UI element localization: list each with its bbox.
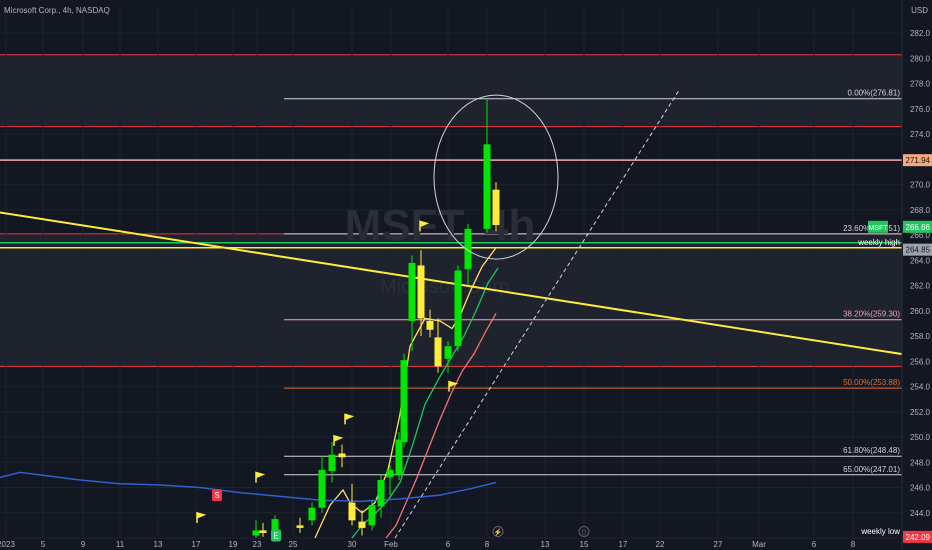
watermark-symbol: MSFT, 4h [345,201,536,250]
candle-bearish[interactable] [358,521,366,528]
time-tick-label: 30 [348,540,357,549]
price-chart[interactable]: 0.00%(276.81)23.60%(266.51)38.20%(259.30… [0,0,932,550]
price-tick-label: 244.0 [910,509,931,518]
currency-label: USD [911,6,928,15]
candle-bearish[interactable] [338,453,346,458]
price-tick-label: 280.0 [910,54,931,63]
candle-bullish[interactable] [368,505,376,526]
fib-level-label: 61.80%(248.48) [843,446,900,455]
candle-bullish[interactable] [483,144,491,229]
price-tick-label: 276.0 [910,105,931,114]
event-marker-label: S [214,491,219,500]
event-marker-label: E [273,531,278,540]
candle-bearish[interactable] [417,265,425,319]
weekly-low-label: weekly low [860,527,900,536]
price-tick-label: 254.0 [910,383,931,392]
time-tick-label: Feb [384,540,398,549]
candle-bearish[interactable] [492,189,500,226]
price-tick-label: 258.0 [910,332,931,341]
time-tick-label: 22 [656,540,665,549]
time-tick-label: 9 [81,540,86,549]
time-tick-label: 17 [192,540,201,549]
event-icon-label: D [581,529,586,536]
time-tick-label: 17 [619,540,628,549]
time-tick-label: 13 [541,540,550,549]
price-label-text: 264.85 [906,246,931,255]
candle-bearish[interactable] [348,502,356,521]
time-tick-label: 11 [116,540,125,549]
candle-bullish[interactable] [318,469,326,508]
price-tick-label: 274.0 [910,130,931,139]
candle-bullish[interactable] [252,530,260,536]
time-tick-label: 25 [289,540,298,549]
price-tick-label: 264.0 [910,256,931,265]
price-tick-label: 250.0 [910,433,931,442]
candle-bullish[interactable] [308,507,316,521]
fib-level-label: 50.00%(253.88) [843,378,900,387]
time-tick-label: 2023 [0,540,15,549]
candle-bullish[interactable] [377,479,385,507]
price-label-text: 266.66 [906,223,931,232]
time-tick-label: 27 [714,540,723,549]
time-tick-label: 6 [446,540,451,549]
time-tick-label: 8 [851,540,856,549]
fib-level-label: 0.00%(276.81) [848,89,901,98]
time-tick-label: 8 [485,540,490,549]
time-tick-label: 6 [812,540,817,549]
price-tick-label: 252.0 [910,408,931,417]
price-tick-label: 278.0 [910,80,931,89]
candle-bearish[interactable] [259,530,267,533]
fib-level-label: 38.20%(259.30) [843,310,900,319]
price-tick-label: 262.0 [910,282,931,291]
candle-bullish[interactable] [444,346,452,359]
chart-root[interactable]: 0.00%(276.81)23.60%(266.51)38.20%(259.30… [0,0,932,550]
time-tick-label: 13 [154,540,163,549]
event-icon-label: ⚡ [494,527,503,536]
price-tick-label: 270.0 [910,181,931,190]
time-tick-label: 5 [41,540,46,549]
time-tick-label: 19 [229,540,238,549]
price-tick-label: 256.0 [910,357,931,366]
candle-bearish[interactable] [434,337,442,367]
symbol-tag-text: MSFT [868,225,888,232]
price-tick-label: 260.0 [910,307,931,316]
candle-bullish[interactable] [400,360,408,443]
price-tick-label: 282.0 [910,29,931,38]
price-tick-label: 248.0 [910,458,931,467]
price-label-text: 271.94 [906,156,931,165]
weekly-high-label: weekly high [857,238,900,247]
candle-bearish[interactable] [426,320,434,330]
supply-demand-zone [0,54,902,127]
time-tick-label: 15 [580,540,589,549]
candle-bullish[interactable] [454,270,462,347]
price-tick-label: 268.0 [910,206,931,215]
candle-bullish[interactable] [395,439,403,475]
fib-level-label: 65.00%(247.01) [843,465,900,474]
candle-bullish[interactable] [386,469,394,478]
candle-bullish[interactable] [328,454,336,472]
candle-bullish[interactable] [408,262,416,321]
price-label-text: 242.09 [906,533,931,542]
price-tick-label: 246.0 [910,484,931,493]
candle-bearish[interactable] [296,525,304,528]
time-tick-label: 23 [253,540,262,549]
symbol-title: Microsoft Corp., 4h, NASDAQ [4,6,110,15]
time-tick-label: Mar [752,540,766,549]
